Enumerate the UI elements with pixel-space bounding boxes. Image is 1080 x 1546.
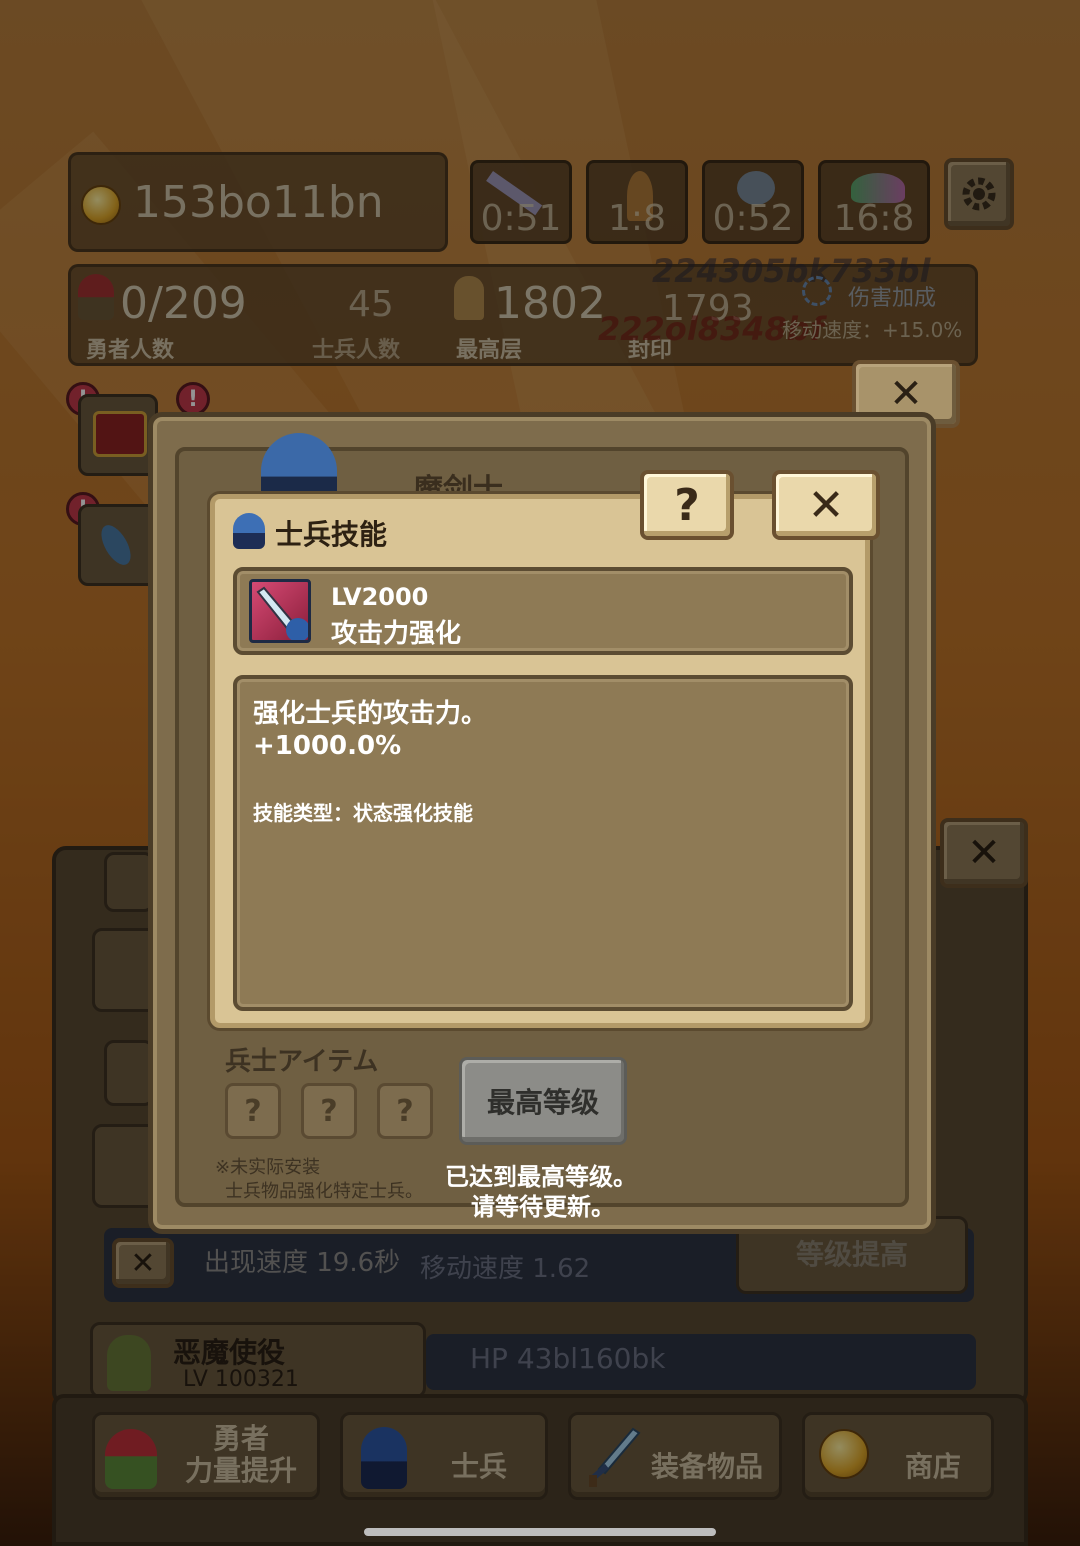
skill-desc-2: +1000.0% [253,731,402,761]
skill-help-button[interactable]: ? [640,470,734,540]
item-slot-2[interactable]: ? [301,1083,357,1139]
skill-close-button[interactable]: ✕ [772,470,880,540]
skill-description-card: 强化士兵的攻击力。 +1000.0% 技能类型：状态强化技能 [233,675,853,1011]
skill-dialog-title: 士兵技能 [275,518,388,551]
item-slot-1[interactable]: ? [225,1083,281,1139]
max-level-label: 最高等级 [486,1086,599,1119]
items-title: 兵士アイテム [225,1047,379,1077]
item-note-2: 士兵物品强化特定士兵。 [225,1181,423,1202]
skill-header-icon [233,513,265,549]
soldier-skill-dialog: 士兵技能 LV2000 攻击力强化 强化士兵的攻击力。 +1000.0% 技能类… [210,494,870,1028]
skill-type: 技能类型：状态强化技能 [253,801,473,825]
item-slot-3[interactable]: ? [377,1083,433,1139]
max-level-msg-2: 请等待更新。 [471,1193,615,1221]
item-note-1: ※未实际安装 [215,1157,321,1178]
skill-icon [249,579,311,643]
home-indicator[interactable] [364,1528,716,1536]
skill-desc-1: 强化士兵的攻击力。 [253,699,488,729]
skill-level: LV2000 [331,583,429,611]
max-level-button[interactable]: 最高等级 [459,1057,627,1145]
skill-name: 攻击力强化 [331,619,462,649]
skill-card: LV2000 攻击力强化 [233,567,853,655]
